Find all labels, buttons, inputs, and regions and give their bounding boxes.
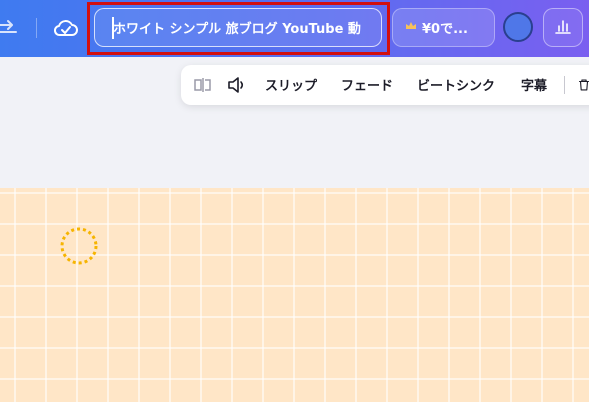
stats-button[interactable] <box>543 8 583 47</box>
toolbar-slip[interactable]: スリップ <box>265 75 317 94</box>
cloud-check-icon[interactable] <box>52 14 80 42</box>
redo-icon[interactable] <box>0 14 18 42</box>
trash-icon[interactable] <box>577 73 589 97</box>
toolbar-subtitles[interactable]: 字幕 <box>521 75 547 94</box>
dotted-circle-marker <box>60 227 98 265</box>
price-label: ¥0で... <box>422 22 468 37</box>
upgrade-price-button[interactable]: ¥0で... <box>392 8 495 47</box>
split-icon[interactable] <box>191 73 215 97</box>
volume-icon[interactable] <box>225 73 249 97</box>
topbar-divider <box>36 18 37 38</box>
toolbar-divider <box>564 76 565 94</box>
edit-toolbar: スリップ フェード ビートシンク 字幕 <box>181 65 589 105</box>
avatar[interactable] <box>503 12 533 42</box>
title-highlight-box <box>87 2 390 55</box>
crown-icon <box>405 20 417 35</box>
top-bar: ホワイト シンプル 旅ブログ YouTube 動 ¥0で... <box>0 0 589 57</box>
toolbar-beat-sync[interactable]: ビートシンク <box>417 75 495 94</box>
video-canvas[interactable] <box>0 188 589 402</box>
toolbar-fade[interactable]: フェード <box>341 75 393 94</box>
bar-chart-icon <box>553 17 573 39</box>
